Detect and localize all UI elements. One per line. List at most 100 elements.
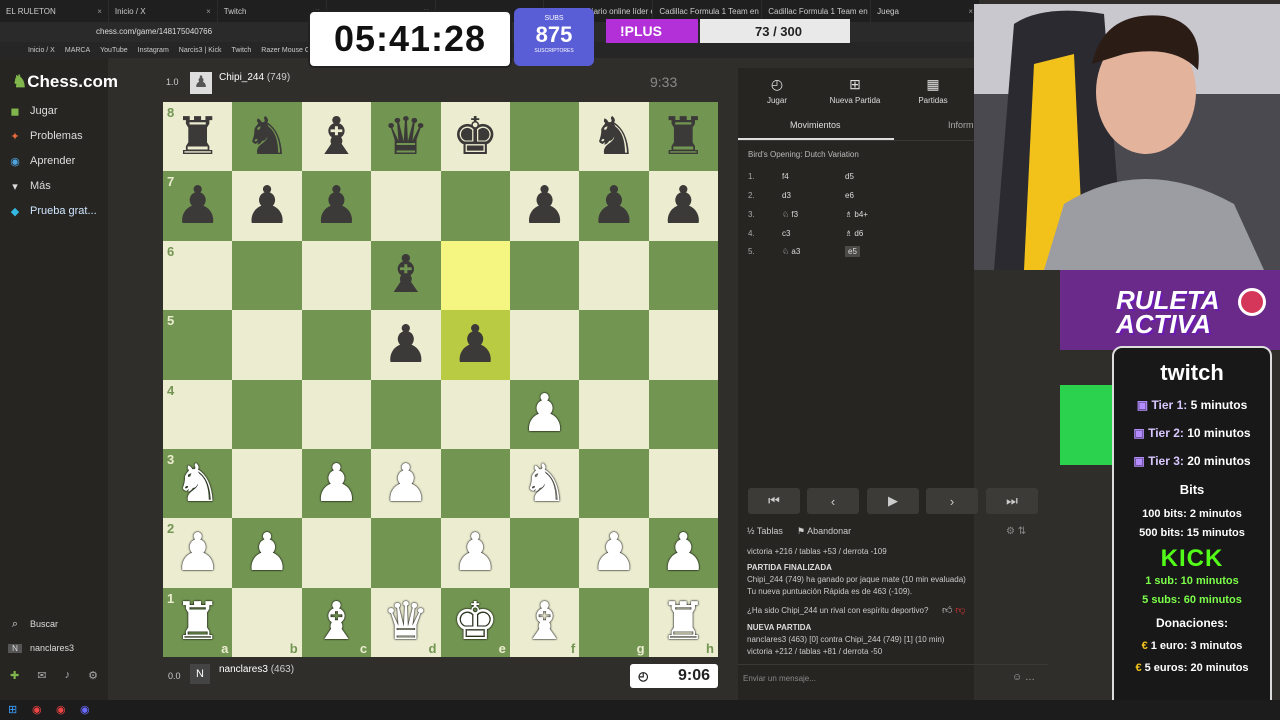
square-e3[interactable] (440, 448, 510, 519)
square-f4[interactable]: ♟ (509, 379, 580, 449)
thumbs-icon[interactable]: 👍︎ 👎︎ (942, 604, 965, 616)
url-text[interactable]: chess.com/game/148175040766 (96, 27, 212, 36)
black-pawn-piece[interactable]: ♟ (452, 319, 499, 371)
bookmark-item[interactable]: Inicio / X (28, 47, 55, 54)
square-f7[interactable]: ♟ (509, 171, 580, 241)
white-rook-piece[interactable]: ♜ (174, 596, 221, 648)
bookmark-item[interactable]: Instagram (138, 47, 169, 54)
white-pawn-piece[interactable]: ♟ (591, 527, 638, 579)
square-g5[interactable] (579, 310, 649, 380)
square-c3[interactable]: ♟ (301, 448, 372, 519)
square-h7[interactable]: ♟ (648, 171, 718, 241)
square-e4[interactable] (440, 379, 510, 449)
chess-board[interactable]: 8 ♜ ♞ ♝ ♛ ♚ ♞ ♜ 7 ♟ ♟ ♟ ♟ ♟ ♟ 6 ♝ 5 ♟ ♟ 4 ♟ 3 ♞ ♟ ♟ ♞ 2 ♟ ♟ ♟ ♟ ♟ 1 a ♜ b c ♝ d… (163, 102, 718, 657)
settings-icon[interactable]: ⚙ ⇅ (1006, 526, 1026, 537)
square-b2[interactable]: ♟ (232, 518, 302, 588)
close-icon[interactable]: × (97, 7, 102, 16)
square-c1[interactable]: c ♝ (301, 587, 372, 657)
tab-partidas[interactable]: ▦ Partidas (898, 76, 968, 105)
black-knight-piece[interactable]: ♞ (591, 111, 638, 163)
square-f8[interactable] (509, 102, 580, 172)
square-a1[interactable]: 1 a ♜ (163, 587, 233, 657)
white-pawn-piece[interactable]: ♟ (313, 458, 360, 510)
browser-tab[interactable]: Juega × (871, 0, 981, 22)
chrome-icon[interactable]: ◉ (32, 703, 42, 716)
square-f5[interactable] (509, 310, 580, 380)
bookmark-item[interactable]: MARCA (65, 47, 90, 54)
square-d7[interactable] (371, 171, 441, 241)
square-f3[interactable]: ♞ (509, 448, 580, 519)
square-g1[interactable]: g (579, 587, 649, 657)
square-b8[interactable]: ♞ (232, 102, 302, 172)
square-h1[interactable]: h ♜ (648, 587, 718, 657)
square-h2[interactable]: ♟ (648, 518, 718, 588)
black-pawn-piece[interactable]: ♟ (660, 180, 707, 232)
square-c2[interactable] (301, 518, 372, 588)
square-h4[interactable] (648, 379, 718, 449)
tab-informacion[interactable]: Inform (948, 120, 974, 130)
bookmark-item[interactable]: Twitch (231, 47, 251, 54)
black-rook-piece[interactable]: ♜ (660, 111, 707, 163)
square-e5[interactable]: ♟ (440, 310, 510, 380)
tab-movimientos[interactable]: Movimientos (790, 120, 841, 130)
first-move-button[interactable]: ⏮ (748, 488, 800, 514)
square-d5[interactable]: ♟ (371, 310, 441, 380)
mail-icon[interactable]: ✉ (37, 669, 46, 682)
black-bishop-piece[interactable]: ♝ (313, 111, 360, 163)
white-rook-piece[interactable]: ♜ (660, 596, 707, 648)
square-d8[interactable]: ♛ (371, 102, 441, 172)
search-nav[interactable]: ⌕ Buscar (8, 613, 108, 635)
app-icon[interactable]: ◉ (56, 703, 66, 716)
square-e8[interactable]: ♚ (440, 102, 510, 172)
emoji-icon[interactable]: ☺ … (1012, 672, 1035, 683)
square-c7[interactable]: ♟ (301, 171, 372, 241)
bell-icon[interactable]: ♪ (65, 669, 71, 682)
white-knight-piece[interactable]: ♞ (174, 458, 221, 510)
white-king-piece[interactable]: ♚ (452, 596, 499, 648)
square-f6[interactable] (509, 240, 580, 311)
square-g6[interactable] (579, 240, 649, 311)
black-pawn-piece[interactable]: ♟ (174, 180, 221, 232)
square-d1[interactable]: d ♛ (371, 587, 441, 657)
nav-aprender[interactable]: ◉ Aprender (8, 150, 108, 172)
close-icon[interactable]: × (968, 7, 973, 16)
black-pawn-piece[interactable]: ♟ (521, 180, 568, 232)
next-move-button[interactable]: › (926, 488, 978, 514)
close-icon[interactable]: × (206, 7, 211, 16)
square-c5[interactable] (301, 310, 372, 380)
square-a4[interactable]: 4 (163, 379, 233, 449)
square-e2[interactable]: ♟ (440, 518, 510, 588)
black-pawn-piece[interactable]: ♟ (244, 180, 291, 232)
white-pawn-piece[interactable]: ♟ (383, 458, 430, 510)
tab-nueva-partida[interactable]: ⊞ Nueva Partida (820, 76, 890, 105)
square-h5[interactable] (648, 310, 718, 380)
app-icon[interactable]: ◉ (80, 703, 90, 716)
last-move-button[interactable]: ⏭ (986, 488, 1038, 514)
square-a6[interactable]: 6 (163, 240, 233, 311)
user-nav[interactable]: Nnanclares3 (8, 637, 108, 659)
bottom-player-name[interactable]: nanclares3 (463) (219, 664, 294, 675)
black-bishop-piece[interactable]: ♝ (383, 249, 430, 301)
square-a2[interactable]: 2 ♟ (163, 518, 233, 588)
prev-move-button[interactable]: ‹ (807, 488, 859, 514)
person-add-icon[interactable]: ✚ (10, 669, 19, 682)
white-pawn-piece[interactable]: ♟ (660, 527, 707, 579)
windows-icon[interactable]: ⊞ (8, 703, 17, 716)
black-rook-piece[interactable]: ♜ (174, 111, 221, 163)
white-pawn-piece[interactable]: ♟ (174, 527, 221, 579)
square-c8[interactable]: ♝ (301, 102, 372, 172)
square-c4[interactable] (301, 379, 372, 449)
black-pawn-piece[interactable]: ♟ (383, 319, 430, 371)
black-queen-piece[interactable]: ♛ (383, 111, 430, 163)
square-g3[interactable] (579, 448, 649, 519)
square-f1[interactable]: f ♝ (509, 587, 580, 657)
resign-button[interactable]: ⚑ Abandonar (797, 526, 851, 537)
square-f2[interactable] (509, 518, 580, 588)
square-g8[interactable]: ♞ (579, 102, 649, 172)
square-a8[interactable]: 8 ♜ (163, 102, 233, 172)
black-pawn-piece[interactable]: ♟ (591, 180, 638, 232)
square-h3[interactable] (648, 448, 718, 519)
top-player-name[interactable]: Chipi_244 (749) (219, 72, 290, 83)
square-g2[interactable]: ♟ (579, 518, 649, 588)
nav-mas[interactable]: ▾ Más (8, 175, 108, 197)
